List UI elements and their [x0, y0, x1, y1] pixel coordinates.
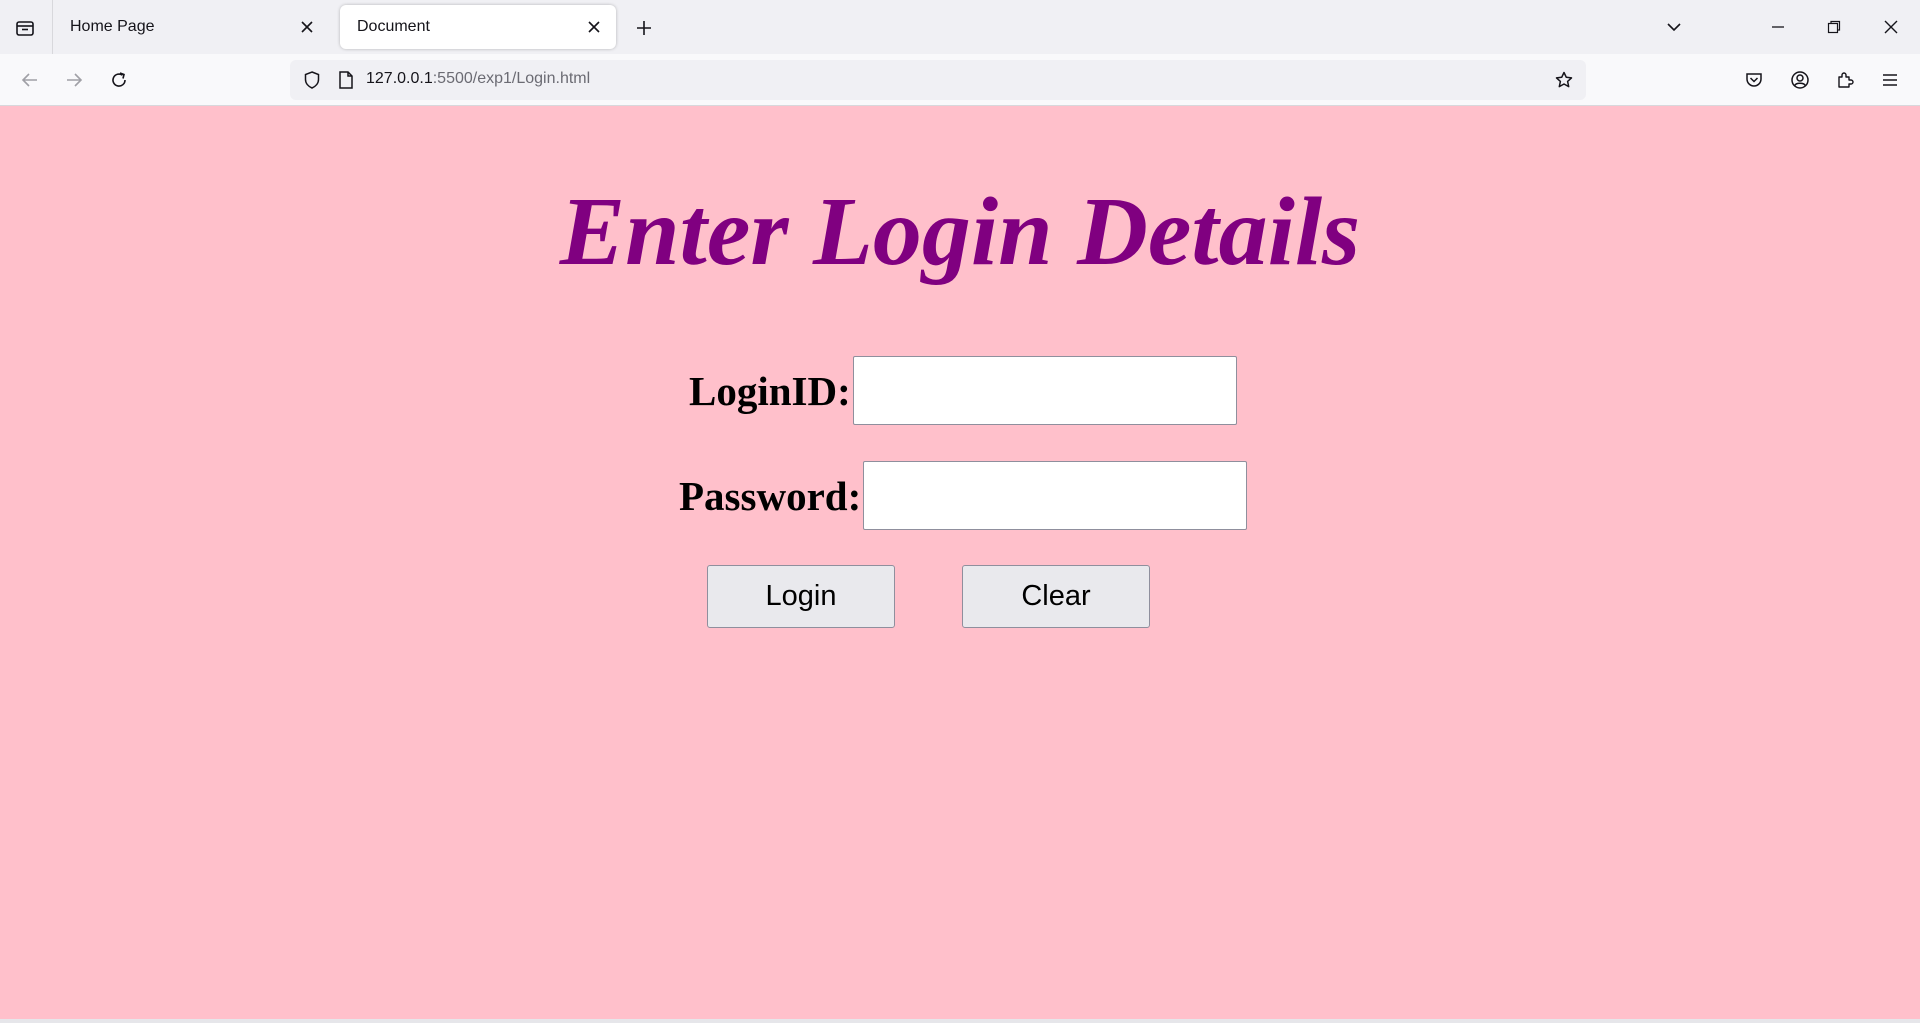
navigation-toolbar: 127.0.0.1:5500/exp1/Login.html [0, 54, 1920, 106]
page-heading: Enter Login Details [559, 178, 1361, 286]
tab-document[interactable]: Document [340, 5, 616, 49]
password-input[interactable] [863, 461, 1248, 530]
password-row: Password: [679, 461, 1248, 530]
tab-list-icon[interactable] [6, 10, 44, 46]
close-icon[interactable] [580, 13, 608, 41]
new-tab-icon[interactable] [628, 12, 660, 44]
account-icon[interactable] [1782, 62, 1818, 98]
window-bottom-edge [0, 1019, 1920, 1023]
url-text[interactable]: 127.0.0.1:5500/exp1/Login.html [366, 70, 590, 88]
password-label: Password: [679, 472, 862, 519]
back-arrow-icon[interactable] [12, 62, 48, 98]
window-close-icon[interactable] [1871, 8, 1911, 46]
close-icon[interactable] [293, 13, 321, 41]
login-button[interactable]: Login [707, 565, 895, 628]
url-host: 127.0.0.1 [366, 70, 433, 87]
login-id-label: LoginID: [689, 367, 851, 414]
tracking-protection-shield-icon[interactable] [296, 64, 328, 96]
restore-icon[interactable] [1814, 8, 1854, 46]
tab-strip: Home Page Document [0, 0, 1920, 54]
list-all-tabs-chevron-down-icon[interactable] [1654, 8, 1694, 46]
menu-hamburger-icon[interactable] [1872, 62, 1908, 98]
clear-button[interactable]: Clear [962, 565, 1150, 628]
login-id-row: LoginID: [689, 356, 1237, 425]
forward-arrow-icon[interactable] [56, 62, 92, 98]
login-id-input[interactable] [852, 356, 1237, 425]
pocket-icon[interactable] [1736, 62, 1772, 98]
page-info-icon[interactable] [332, 64, 360, 96]
tab-title: Home Page [70, 18, 155, 35]
reload-icon[interactable] [101, 62, 137, 98]
extensions-puzzle-icon[interactable] [1827, 62, 1863, 98]
tab-home-page[interactable]: Home Page [53, 5, 329, 49]
page-content: Enter Login Details LoginID: Password: L… [0, 106, 1920, 1019]
bookmark-star-icon[interactable] [1548, 64, 1580, 96]
url-path: :5500/exp1/Login.html [432, 70, 591, 87]
minimize-icon[interactable] [1758, 8, 1798, 46]
tab-title: Document [357, 18, 430, 35]
url-bar[interactable]: 127.0.0.1:5500/exp1/Login.html [290, 60, 1586, 100]
